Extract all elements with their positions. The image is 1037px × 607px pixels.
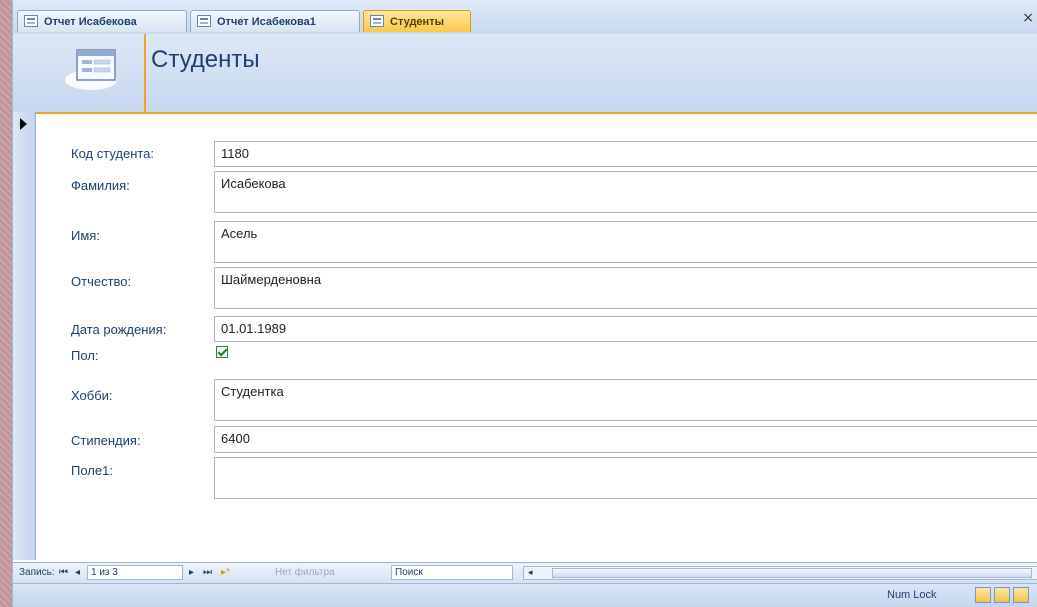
- horizontal-scrollbar[interactable]: ◂: [523, 566, 1037, 580]
- hobby-field[interactable]: Студентка: [214, 379, 1037, 421]
- first-name-label: Имя:: [71, 228, 100, 243]
- tab-report-isabekova[interactable]: Отчет Исабекова: [17, 10, 187, 32]
- status-bar: Num Lock: [13, 583, 1037, 607]
- first-record-icon[interactable]: ⏮: [59, 567, 68, 578]
- filter-status[interactable]: Нет фильтра: [275, 567, 335, 578]
- last-record-icon[interactable]: ⏭: [203, 567, 212, 578]
- document-tab-bar: Отчет Исабекова Отчет Исабекова1 Студент…: [13, 0, 1037, 35]
- form-icon: [65, 49, 117, 90]
- birth-date-label: Дата рождения:: [71, 322, 167, 337]
- tab-label: Студенты: [390, 15, 444, 28]
- scholarship-field[interactable]: 6400: [214, 426, 1037, 453]
- report-icon: [24, 15, 38, 27]
- form-view-icon[interactable]: [975, 587, 991, 603]
- gender-checkbox[interactable]: [216, 346, 228, 358]
- scholarship-label: Стипендия:: [71, 433, 141, 448]
- tab-label: Отчет Исабекова: [44, 15, 137, 28]
- form-icon: [370, 15, 384, 27]
- layout-view-icon[interactable]: [994, 587, 1010, 603]
- field1-field[interactable]: [214, 457, 1037, 499]
- next-record-icon[interactable]: ▸: [189, 567, 194, 578]
- field1-label: Поле1:: [71, 463, 113, 478]
- patronymic-label: Отчество:: [71, 274, 132, 289]
- record-navigation-bar: Запись: ⏮ ◂ 1 из 3 ▸ ⏭ ▸* Нет фильтра По…: [13, 562, 1037, 583]
- birth-date-field[interactable]: 01.01.1989: [214, 316, 1037, 342]
- records-label: Запись:: [19, 567, 55, 578]
- gender-label: Пол:: [71, 348, 99, 363]
- record-selector[interactable]: [13, 112, 36, 560]
- new-record-icon[interactable]: ▸*: [221, 567, 230, 578]
- first-name-field[interactable]: Асель: [214, 221, 1037, 263]
- patronymic-field[interactable]: Шаймерденовна: [214, 267, 1037, 309]
- last-name-label: Фамилия:: [71, 178, 130, 193]
- search-box[interactable]: Поиск: [391, 565, 513, 580]
- design-view-icon[interactable]: [1013, 587, 1029, 603]
- scroll-thumb[interactable]: [552, 568, 1032, 578]
- report-icon: [197, 15, 211, 27]
- last-name-field[interactable]: Исабекова: [214, 171, 1037, 213]
- tab-report-isabekova1[interactable]: Отчет Исабекова1: [190, 10, 360, 32]
- current-record-arrow-icon: [20, 118, 27, 130]
- close-icon[interactable]: ×: [1022, 10, 1034, 26]
- form-header: Студенты: [13, 34, 1037, 114]
- form-title: Студенты: [151, 46, 260, 73]
- previous-record-icon[interactable]: ◂: [75, 567, 80, 578]
- tab-label: Отчет Исабекова1: [217, 15, 316, 28]
- scroll-left-icon[interactable]: ◂: [528, 567, 533, 578]
- header-divider: [144, 34, 146, 112]
- student-code-field[interactable]: 1180: [214, 141, 1037, 167]
- tab-students[interactable]: Студенты: [363, 10, 471, 32]
- access-window: Отчет Исабекова Отчет Исабекова1 Студент…: [12, 0, 1037, 607]
- record-position-input[interactable]: 1 из 3: [87, 565, 183, 580]
- student-code-label: Код студента:: [71, 146, 155, 161]
- hobby-label: Хобби:: [71, 388, 113, 403]
- num-lock-indicator: Num Lock: [887, 589, 937, 601]
